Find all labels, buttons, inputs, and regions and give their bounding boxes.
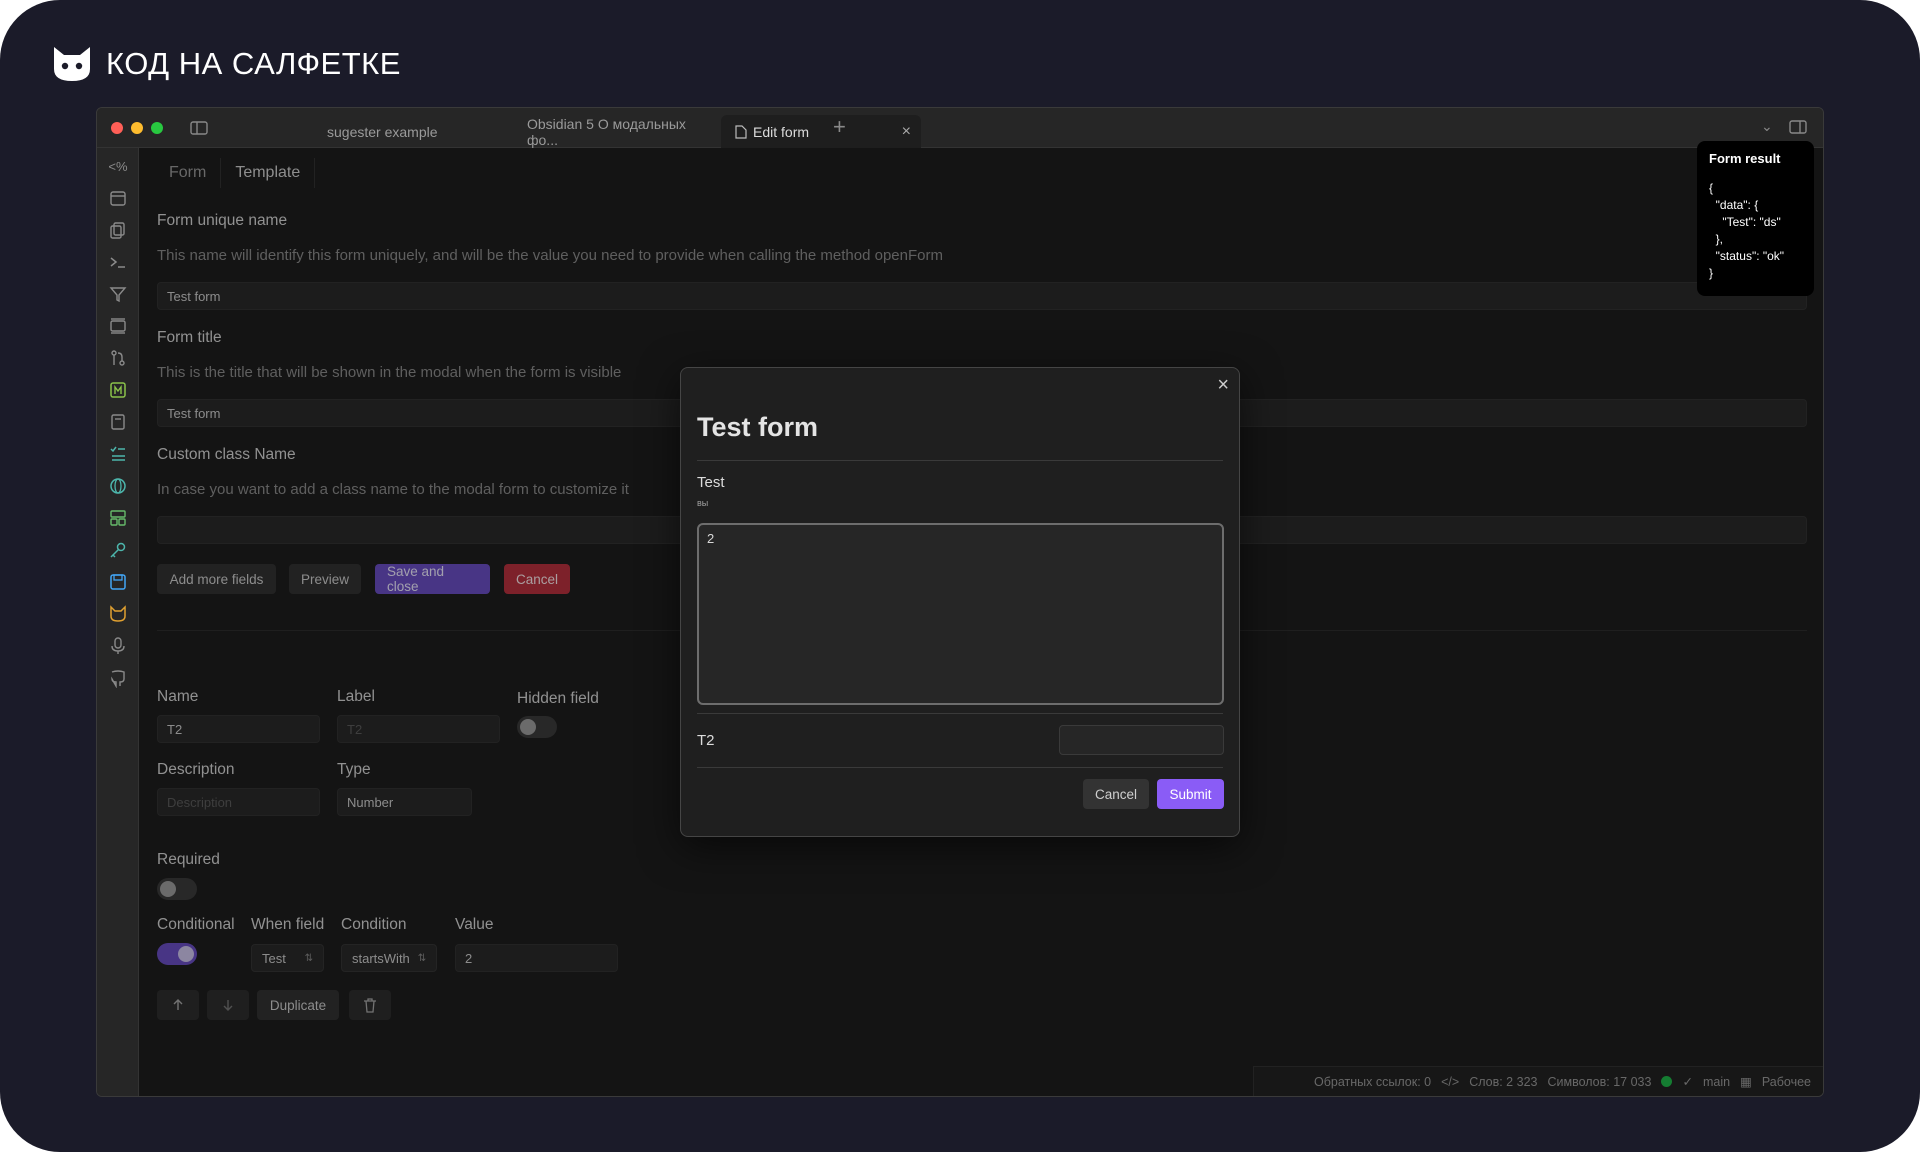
form-result-json: { "data": { "Test": "ds" }, "status": "o… (1709, 181, 1785, 280)
book-icon[interactable] (108, 412, 128, 432)
tab-obsidian-5[interactable]: Obsidian 5 О модальных фо... (513, 115, 721, 148)
sidebar-toggle-icon[interactable] (189, 118, 209, 138)
form-result-panel: Form result { "data": { "Test": "ds" }, … (1697, 141, 1814, 296)
brand: КОД НА САЛФЕТКЕ (52, 44, 401, 84)
modal-title: Test form (697, 412, 819, 442)
save-icon[interactable] (108, 572, 128, 592)
kanban-icon[interactable] (108, 380, 128, 400)
tab-label: sugester example (327, 123, 438, 140)
new-tab-button[interactable]: + (833, 114, 846, 140)
layout-icon[interactable] (108, 508, 128, 528)
tab-label: Edit form (753, 123, 810, 140)
test-field-label: Test (697, 474, 725, 491)
left-ribbon: <% (97, 148, 139, 1096)
close-tab-icon[interactable]: × (902, 123, 911, 141)
modal-submit-button[interactable]: Submit (1157, 779, 1224, 809)
minimize-window-button[interactable] (131, 122, 143, 134)
form-result-title: Form result (1709, 151, 1781, 166)
cat-logo-icon (54, 47, 90, 81)
modal-divider (697, 713, 1223, 714)
copy-icon[interactable] (108, 220, 128, 240)
t2-field-label: T2 (697, 732, 715, 749)
close-icon[interactable]: × (1217, 374, 1229, 397)
mic-icon[interactable] (108, 636, 128, 656)
tab-label: Obsidian 5 О модальных фо... (527, 115, 686, 148)
template-icon[interactable]: <% (108, 156, 128, 176)
calendar-icon[interactable] (108, 188, 128, 208)
tab-edit-form[interactable]: Edit form × (721, 115, 921, 148)
filter-icon[interactable] (108, 284, 128, 304)
t2-number-input[interactable] (1059, 725, 1224, 755)
github-icon[interactable] (108, 668, 128, 688)
close-window-button[interactable] (111, 122, 123, 134)
layers-icon[interactable] (108, 316, 128, 336)
maximize-window-button[interactable] (151, 122, 163, 134)
slide-frame: КОД НА САЛФЕТКЕ sugester example Obsidia… (0, 0, 1920, 1152)
test-field-textarea[interactable]: 2 (697, 523, 1224, 705)
modal-divider (697, 460, 1223, 461)
test-field-description: вы (697, 498, 709, 508)
tab-sugester-example[interactable]: sugester example (313, 115, 513, 148)
list-icon[interactable] (108, 444, 128, 464)
git-icon[interactable] (108, 348, 128, 368)
right-sidebar-toggle-icon[interactable] (1789, 118, 1807, 136)
titlebar: sugester example Obsidian 5 О модальных … (97, 108, 1823, 148)
cat-icon[interactable] (108, 604, 128, 624)
globe-icon[interactable] (108, 476, 128, 496)
file-icon (735, 124, 747, 139)
chevron-down-icon[interactable]: ⌄ (1761, 118, 1773, 135)
modal-divider (697, 767, 1223, 768)
key-icon[interactable] (108, 540, 128, 560)
brand-text: КОД НА САЛФЕТКЕ (106, 46, 401, 81)
terminal-icon[interactable] (108, 252, 128, 272)
modal-cancel-button[interactable]: Cancel (1083, 779, 1149, 809)
form-modal: × Test form Test вы 2 T2 Cancel Submit (680, 367, 1240, 837)
